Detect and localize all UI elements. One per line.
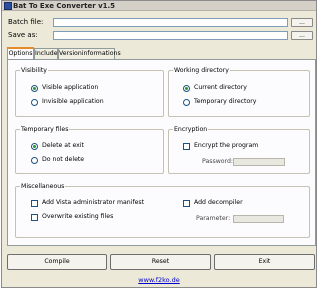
tab-include[interactable]: Include (34, 48, 58, 59)
password-label: Password: (202, 158, 233, 165)
temporary-files-group-title: Temporary files (20, 125, 70, 134)
batch-file-label: Batch file: (8, 18, 44, 26)
radio-icon (31, 98, 38, 106)
add-decompiler-label: Add decompiler (194, 199, 243, 206)
visibility-group: Visibility Visible application Invisible… (15, 66, 164, 117)
app-icon (4, 2, 12, 10)
add-decompiler-checkbox[interactable]: Add decompiler (183, 199, 243, 207)
tab-versioninformations[interactable]: Versioninformations (58, 48, 121, 59)
working-directory-group-title: Working directory (173, 66, 230, 75)
encrypt-program-label: Encrypt the program (194, 142, 259, 149)
miscellaneous-group: Miscellaneous Add Vista administrator ma… (15, 182, 310, 238)
vista-manifest-checkbox[interactable]: Add Vista administrator manifest (31, 199, 144, 207)
checkbox-icon (31, 199, 38, 207)
encryption-group-title: Encryption (173, 125, 209, 134)
reset-button[interactable]: Reset (110, 254, 211, 270)
temporary-directory-label: Temporary directory (194, 98, 257, 105)
delete-at-exit-radio[interactable]: Delete at exit (31, 142, 84, 150)
parameter-input[interactable] (233, 215, 284, 223)
do-not-delete-radio[interactable]: Do not delete (31, 156, 84, 164)
miscellaneous-group-title: Miscellaneous (20, 182, 66, 191)
parameter-label: Parameter: (196, 215, 231, 222)
visible-application-radio[interactable]: Visible application (31, 84, 98, 92)
checkbox-icon (183, 142, 190, 150)
temporary-directory-radio[interactable]: Temporary directory (183, 98, 256, 106)
checkbox-icon (183, 199, 190, 207)
radio-icon (183, 98, 190, 106)
invisible-application-radio[interactable]: Invisible application (31, 98, 104, 106)
working-directory-group: Working directory Current directory Temp… (168, 66, 310, 117)
save-as-input[interactable] (53, 31, 288, 40)
batch-file-browse-button[interactable]: ... (291, 18, 313, 27)
website-link[interactable]: www.f2ko.de (2, 276, 316, 285)
batch-file-input[interactable] (53, 18, 288, 27)
visible-application-label: Visible application (42, 84, 99, 91)
invisible-application-label: Invisible application (42, 98, 104, 105)
overwrite-files-label: Overwrite existing files (42, 213, 114, 220)
save-as-browse-button[interactable]: ... (291, 31, 313, 40)
radio-selected-icon (183, 84, 190, 92)
vista-manifest-label: Add Vista administrator manifest (42, 199, 145, 206)
visibility-group-title: Visibility (20, 66, 48, 75)
radio-selected-icon (31, 142, 38, 150)
password-input[interactable] (233, 158, 285, 166)
tab-options[interactable]: Options (7, 47, 34, 59)
title-bar[interactable]: Bat To Exe Converter v1.5 (2, 1, 316, 11)
overwrite-files-checkbox[interactable]: Overwrite existing files (31, 213, 113, 221)
current-directory-label: Current directory (194, 84, 247, 91)
checkbox-icon (31, 213, 38, 221)
app-window: Bat To Exe Converter v1.5 Batch file: ..… (1, 0, 317, 288)
encrypt-program-checkbox[interactable]: Encrypt the program (183, 142, 258, 150)
temporary-files-group: Temporary files Delete at exit Do not de… (15, 125, 164, 174)
radio-icon (31, 156, 38, 164)
delete-at-exit-label: Delete at exit (42, 142, 84, 149)
exit-button[interactable]: Exit (214, 254, 315, 270)
encryption-group: Encryption Encrypt the program Password: (168, 125, 310, 174)
do-not-delete-label: Do not delete (42, 156, 85, 163)
current-directory-radio[interactable]: Current directory (183, 84, 247, 92)
compile-button[interactable]: Compile (7, 254, 107, 270)
radio-selected-icon (31, 84, 38, 92)
window-title: Bat To Exe Converter v1.5 (13, 2, 116, 10)
save-as-label: Save as: (8, 31, 38, 39)
options-panel: Visibility Visible application Invisible… (7, 59, 316, 246)
